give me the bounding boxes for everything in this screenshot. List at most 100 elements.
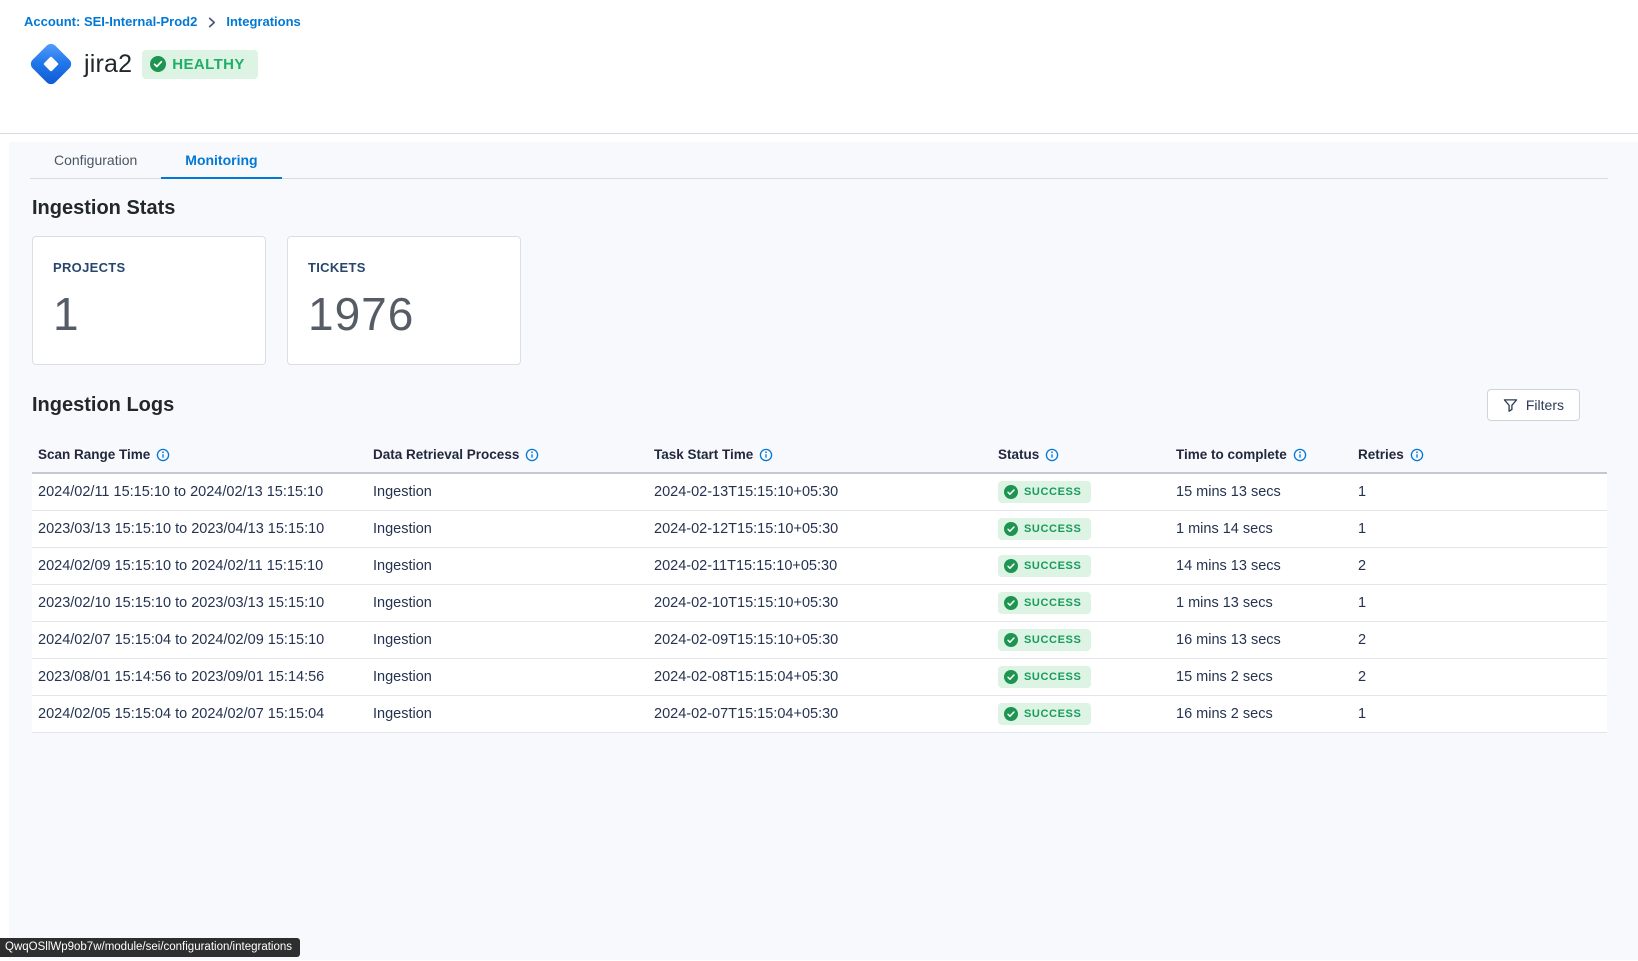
retries-cell: 2 [1352, 621, 1607, 658]
health-status-badge: HEALTHY [142, 50, 258, 79]
content-area: Configuration Monitoring Ingestion Stats… [9, 142, 1638, 960]
tab-monitoring[interactable]: Monitoring [161, 142, 281, 179]
status-bar-url-preview: QwqOSllWp9ob7w/module/sei/configuration/… [0, 938, 300, 957]
integration-title-row: jira2 HEALTHY [24, 38, 1638, 90]
status-badge-label: SUCCESS [1024, 560, 1081, 572]
column-header-retries: Retries [1352, 447, 1607, 473]
time-to-complete-cell: 1 mins 13 secs [1170, 584, 1352, 621]
stat-card-label: PROJECTS [53, 260, 245, 275]
status-cell: SUCCESS [992, 510, 1170, 547]
status-cell: SUCCESS [992, 695, 1170, 732]
stat-card-label: TICKETS [308, 260, 500, 275]
breadcrumb-integrations-link[interactable]: Integrations [226, 14, 300, 29]
page-header: Account: SEI-Internal-Prod2 Integrations [0, 0, 1638, 134]
info-icon[interactable] [1045, 448, 1059, 462]
data-retrieval-process-cell: Ingestion [367, 658, 648, 695]
status-badge-label: SUCCESS [1024, 523, 1081, 535]
info-icon[interactable] [156, 448, 170, 462]
health-badge-label: HEALTHY [172, 56, 245, 73]
scan-range-cell: 2023/08/01 15:14:56 to 2023/09/01 15:14:… [32, 658, 367, 695]
table-row: 2024/02/09 15:15:10 to 2024/02/11 15:15:… [32, 547, 1607, 584]
task-start-time-cell: 2024-02-12T15:15:10+05:30 [648, 510, 992, 547]
table-row: 2024/02/07 15:15:04 to 2024/02/09 15:15:… [32, 621, 1607, 658]
check-circle-icon [1004, 707, 1018, 721]
task-start-time-cell: 2024-02-07T15:15:04+05:30 [648, 695, 992, 732]
check-circle-icon [1004, 596, 1018, 610]
status-badge: SUCCESS [998, 703, 1091, 725]
jira-logo-icon [24, 38, 78, 90]
time-to-complete-cell: 14 mins 13 secs [1170, 547, 1352, 584]
status-cell: SUCCESS [992, 621, 1170, 658]
retries-cell: 2 [1352, 658, 1607, 695]
status-badge: SUCCESS [998, 629, 1091, 651]
check-circle-icon [1004, 522, 1018, 536]
check-circle-icon [1004, 485, 1018, 499]
table-row: 2024/02/11 15:15:10 to 2024/02/13 15:15:… [32, 473, 1607, 510]
time-to-complete-cell: 16 mins 13 secs [1170, 621, 1352, 658]
check-circle-icon [1004, 670, 1018, 684]
table-row: 2023/08/01 15:14:56 to 2023/09/01 15:14:… [32, 658, 1607, 695]
info-icon[interactable] [759, 448, 773, 462]
status-cell: SUCCESS [992, 584, 1170, 621]
retries-cell: 1 [1352, 584, 1607, 621]
status-badge-label: SUCCESS [1024, 671, 1081, 683]
chevron-right-icon [206, 17, 217, 28]
tab-configuration[interactable]: Configuration [30, 142, 161, 178]
breadcrumb-account-link[interactable]: Account: SEI-Internal-Prod2 [24, 14, 197, 29]
data-retrieval-process-cell: Ingestion [367, 547, 648, 584]
status-badge-label: SUCCESS [1024, 486, 1081, 498]
scan-range-cell: 2024/02/09 15:15:10 to 2024/02/11 15:15:… [32, 547, 367, 584]
time-to-complete-cell: 15 mins 2 secs [1170, 658, 1352, 695]
logs-table-header: Scan Range Time Data Retrieval Process T… [32, 447, 1607, 473]
filters-button-label: Filters [1526, 397, 1564, 413]
column-header-time-to-complete: Time to complete [1170, 447, 1352, 473]
status-badge: SUCCESS [998, 666, 1091, 688]
info-icon[interactable] [1410, 448, 1424, 462]
time-to-complete-cell: 16 mins 2 secs [1170, 695, 1352, 732]
table-row: 2024/02/05 15:15:04 to 2024/02/07 15:15:… [32, 695, 1607, 732]
integration-title: jira2 [84, 50, 132, 79]
filters-button[interactable]: Filters [1487, 389, 1580, 421]
task-start-time-cell: 2024-02-10T15:15:10+05:30 [648, 584, 992, 621]
scan-range-cell: 2024/02/05 15:15:04 to 2024/02/07 15:15:… [32, 695, 367, 732]
retries-cell: 2 [1352, 547, 1607, 584]
header-gap [0, 134, 1638, 142]
task-start-time-cell: 2024-02-13T15:15:10+05:30 [648, 473, 992, 510]
stat-card-value: 1976 [308, 287, 500, 341]
time-to-complete-cell: 15 mins 13 secs [1170, 473, 1352, 510]
status-badge-label: SUCCESS [1024, 597, 1081, 609]
status-badge: SUCCESS [998, 518, 1091, 540]
task-start-time-cell: 2024-02-09T15:15:10+05:30 [648, 621, 992, 658]
task-start-time-cell: 2024-02-08T15:15:04+05:30 [648, 658, 992, 695]
column-header-status: Status [992, 447, 1170, 473]
status-badge: SUCCESS [998, 592, 1091, 614]
time-to-complete-cell: 1 mins 14 secs [1170, 510, 1352, 547]
scan-range-cell: 2023/03/13 15:15:10 to 2023/04/13 15:15:… [32, 510, 367, 547]
status-badge-label: SUCCESS [1024, 708, 1081, 720]
tab-bar: Configuration Monitoring [30, 142, 1608, 179]
status-badge: SUCCESS [998, 555, 1091, 577]
column-header-scan-range: Scan Range Time [32, 447, 367, 473]
data-retrieval-process-cell: Ingestion [367, 695, 648, 732]
info-icon[interactable] [525, 448, 539, 462]
ingestion-logs-heading: Ingestion Logs [32, 394, 174, 417]
stat-card-projects: PROJECTS 1 [32, 236, 266, 365]
check-circle-icon [150, 56, 166, 72]
column-header-task-start: Task Start Time [648, 447, 992, 473]
status-cell: SUCCESS [992, 473, 1170, 510]
stat-card-value: 1 [53, 287, 245, 341]
data-retrieval-process-cell: Ingestion [367, 621, 648, 658]
task-start-time-cell: 2024-02-11T15:15:10+05:30 [648, 547, 992, 584]
info-icon[interactable] [1293, 448, 1307, 462]
status-badge: SUCCESS [998, 481, 1091, 503]
data-retrieval-process-cell: Ingestion [367, 510, 648, 547]
ingestion-logs-table: Scan Range Time Data Retrieval Process T… [32, 447, 1607, 733]
status-cell: SUCCESS [992, 547, 1170, 584]
check-circle-icon [1004, 559, 1018, 573]
scan-range-cell: 2024/02/07 15:15:04 to 2024/02/09 15:15:… [32, 621, 367, 658]
scan-range-cell: 2023/02/10 15:15:10 to 2023/03/13 15:15:… [32, 584, 367, 621]
ingestion-logs-header-row: Ingestion Logs Filters [32, 389, 1580, 421]
filter-icon [1503, 398, 1518, 413]
table-row: 2023/03/13 15:15:10 to 2023/04/13 15:15:… [32, 510, 1607, 547]
logs-table-body: 2024/02/11 15:15:10 to 2024/02/13 15:15:… [32, 473, 1607, 732]
